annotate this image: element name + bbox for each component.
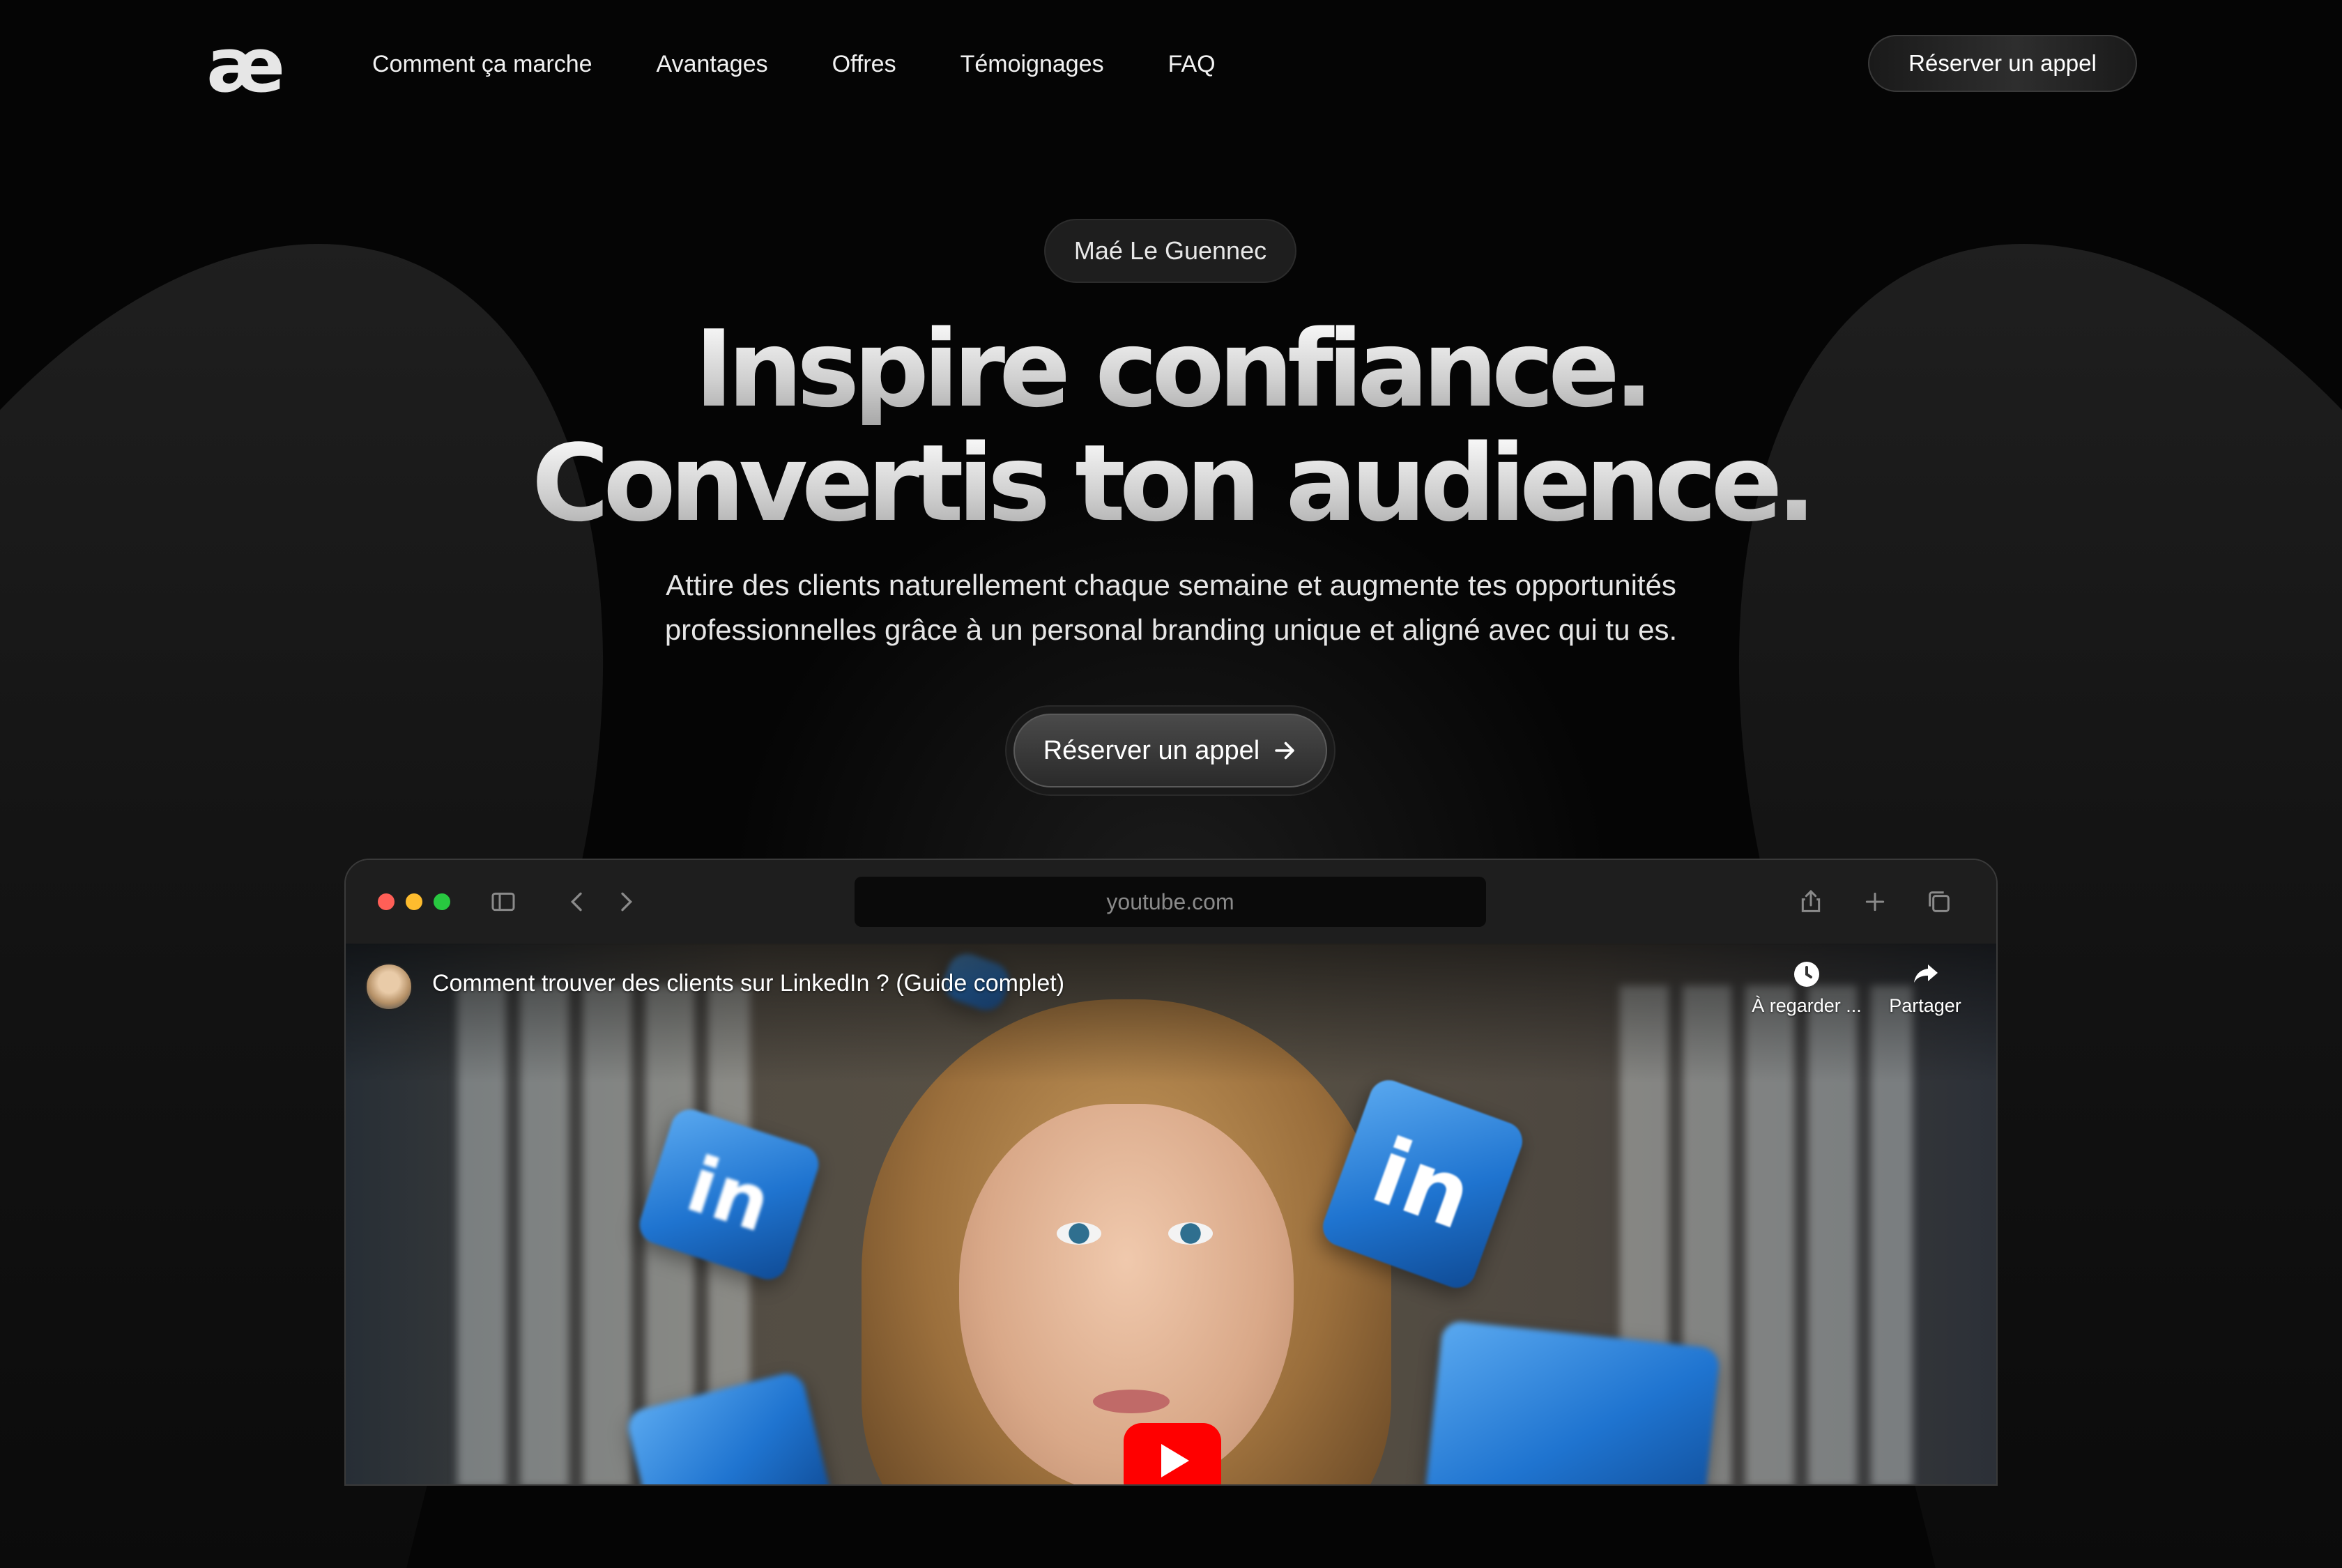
linkedin-cube [1424, 1319, 1721, 1484]
arrow-right-icon [1275, 741, 1295, 760]
chevron-left-icon[interactable] [563, 888, 591, 916]
hero-subtitle-line2: professionnelles grâce à un personal bra… [664, 613, 1678, 646]
chevron-right-icon[interactable] [612, 888, 640, 916]
share-video-button[interactable]: Partager [1876, 958, 1974, 1017]
brand-logo[interactable]: æ [206, 28, 285, 105]
play-button[interactable] [1124, 1423, 1221, 1484]
minimize-window-icon[interactable] [406, 893, 422, 910]
presenter-face [959, 1104, 1294, 1484]
share-label: Partager [1889, 995, 1961, 1016]
share-arrow-icon [1914, 964, 1938, 983]
close-window-icon[interactable] [378, 893, 395, 910]
video-title[interactable]: Comment trouver des clients sur LinkedIn… [432, 970, 1064, 997]
hero-subtitle-line1: Attire des clients naturellement chaque … [666, 569, 1676, 601]
presenter-lips [1093, 1390, 1170, 1413]
hero-headline-line2: Convertis ton audience. [0, 428, 2342, 539]
book-call-label: Réserver un appel [1043, 735, 1260, 765]
watch-later-button[interactable]: À regarder ... [1751, 958, 1862, 1017]
top-navigation: æ Comment ça marche Avantages Offres Tém… [0, 0, 2342, 132]
browser-toolbar: youtube.com [346, 860, 1996, 945]
maximize-window-icon[interactable] [434, 893, 450, 910]
tabs-icon[interactable] [1925, 888, 1953, 916]
nav-link-avantages[interactable]: Avantages [657, 47, 768, 81]
presenter-eye-left [1057, 1222, 1101, 1245]
presenter-eye-right [1168, 1222, 1213, 1245]
hero-headline-line1: Inspire confiance. [0, 314, 2342, 425]
book-call-button-header[interactable]: Réserver un appel [1868, 35, 2137, 92]
channel-avatar[interactable] [365, 963, 413, 1010]
sidebar-icon[interactable] [489, 888, 517, 916]
nav-link-comment-ca-marche[interactable]: Comment ça marche [372, 47, 592, 81]
book-call-button-hero[interactable]: Réserver un appel [1013, 714, 1327, 787]
nav-link-offres[interactable]: Offres [832, 47, 896, 81]
hero-subtitle: Attire des clients naturellement chaque … [579, 563, 1763, 652]
address-bar[interactable]: youtube.com [855, 877, 1486, 927]
plus-icon[interactable] [1861, 888, 1889, 916]
video-top-shade [346, 944, 1996, 1083]
author-badge: Maé Le Guennec [1044, 219, 1296, 283]
nav-link-faq[interactable]: FAQ [1168, 47, 1216, 81]
clock-icon [1794, 962, 1819, 987]
browser-window: youtube.com in in Comment trouver des cl… [344, 859, 1998, 1486]
share-icon[interactable] [1797, 888, 1825, 916]
watch-later-label: À regarder ... [1752, 995, 1862, 1016]
youtube-video-player[interactable]: in in Comment trouver des clients sur Li… [346, 944, 1996, 1484]
nav-links: Comment ça marche Avantages Offres Témoi… [372, 47, 1280, 81]
nav-link-temoignages[interactable]: Témoignages [960, 47, 1104, 81]
